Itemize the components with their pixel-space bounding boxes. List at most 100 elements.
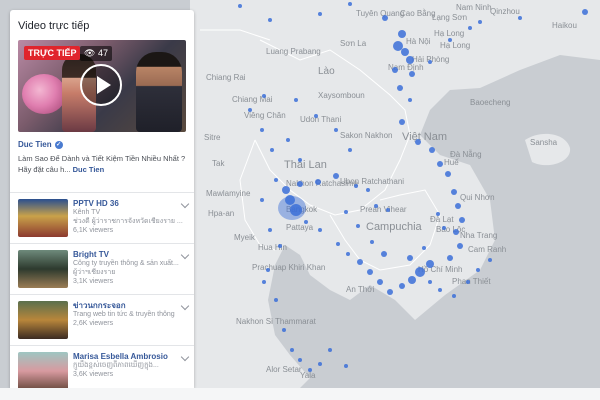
live-video-dot[interactable] [409, 71, 415, 77]
live-video-dot[interactable] [478, 20, 482, 24]
live-video-dot[interactable] [297, 181, 303, 187]
item-name[interactable]: PPTV HD 36 [73, 199, 183, 208]
live-video-dot[interactable] [382, 15, 388, 21]
live-video-dot[interactable] [428, 280, 432, 284]
live-video-dot[interactable] [278, 244, 282, 248]
live-video-dot[interactable] [268, 228, 272, 232]
live-video-dot[interactable] [387, 289, 393, 295]
live-video-dot[interactable] [356, 224, 360, 228]
live-video-dot[interactable] [397, 85, 403, 91]
live-video-dot[interactable] [354, 184, 358, 188]
item-name[interactable]: Bright TV [73, 250, 183, 259]
live-video-dot[interactable] [451, 189, 457, 195]
list-item[interactable]: Marisa Esbella Ambrosio ក្មួយឹងខ្ពស់ចេញព… [10, 345, 194, 388]
live-video-dot[interactable] [344, 210, 348, 214]
list-item[interactable]: Bright TV Công ty truyền thông & sản xuấ… [10, 243, 194, 294]
live-video-dot[interactable] [328, 348, 332, 352]
live-video-dot[interactable] [453, 229, 459, 235]
live-video-dot[interactable] [282, 328, 286, 332]
live-video-dot[interactable] [268, 18, 272, 22]
live-video-dot[interactable] [415, 267, 425, 277]
live-video-dot[interactable] [286, 138, 290, 142]
live-video-dot[interactable] [262, 94, 266, 98]
item-name[interactable]: Marisa Esbella Ambrosio [73, 352, 183, 361]
live-video-dot[interactable] [445, 171, 451, 177]
list-item[interactable]: ข่าวนกกระจอก Trang web tin tức & truyền … [10, 294, 194, 345]
live-video-dot[interactable] [260, 128, 264, 132]
live-video-dot[interactable] [318, 228, 322, 232]
live-video-dot[interactable] [386, 208, 390, 212]
live-video-dot[interactable] [334, 128, 338, 132]
live-video-dot[interactable] [348, 2, 352, 6]
live-video-dot[interactable] [357, 259, 363, 265]
live-video-dot[interactable] [377, 279, 383, 285]
live-video-dot[interactable] [442, 226, 446, 230]
live-video-dot[interactable] [398, 30, 406, 38]
live-video-dot[interactable] [399, 119, 405, 125]
live-video-dot[interactable] [422, 246, 426, 250]
live-video-dot[interactable] [447, 255, 453, 261]
live-video-dot[interactable] [407, 255, 413, 261]
live-video-dot[interactable] [406, 56, 414, 64]
live-video-dot[interactable] [408, 98, 412, 102]
item-thumbnail[interactable] [18, 250, 68, 288]
live-video-dot[interactable] [457, 243, 463, 249]
live-video-dot[interactable] [415, 139, 421, 145]
live-video-dot[interactable] [298, 358, 302, 362]
live-video-dot[interactable] [266, 268, 270, 272]
live-video-dot[interactable] [459, 217, 465, 223]
item-thumbnail[interactable] [18, 199, 68, 237]
play-icon[interactable] [80, 64, 122, 106]
live-video-cluster[interactable] [278, 196, 306, 220]
live-video-dot[interactable] [518, 16, 522, 20]
live-video-dot[interactable] [436, 212, 440, 216]
live-video-dot[interactable] [248, 108, 252, 112]
live-video-dot[interactable] [336, 242, 340, 246]
live-video-dot[interactable] [468, 26, 472, 30]
live-video-dot[interactable] [298, 158, 302, 162]
live-video-dot[interactable] [333, 173, 339, 179]
item-name[interactable]: ข่าวนกกระจอก [73, 301, 183, 310]
live-video-dot[interactable] [455, 203, 461, 209]
live-video-dot[interactable] [488, 258, 492, 262]
live-video-dot[interactable] [426, 260, 434, 268]
live-video-dot[interactable] [392, 67, 398, 73]
streamer-name-row[interactable]: Duc Tien ✓ [18, 140, 186, 149]
live-video-dot[interactable] [374, 204, 378, 208]
live-video-dot[interactable] [399, 283, 405, 289]
live-video-dot[interactable] [238, 4, 242, 8]
live-video-dot[interactable] [381, 251, 387, 257]
description-author[interactable]: Duc Tien [73, 165, 105, 174]
live-video-dot[interactable] [314, 114, 318, 118]
live-video-dot[interactable] [401, 48, 409, 56]
live-video-dot[interactable] [582, 9, 588, 15]
live-video-dot[interactable] [282, 186, 290, 194]
live-video-dot[interactable] [438, 288, 442, 292]
live-video-dot[interactable] [260, 198, 264, 202]
live-video-dot[interactable] [437, 161, 443, 167]
live-video-dot[interactable] [448, 38, 452, 42]
live-video-dot[interactable] [428, 60, 432, 64]
live-video-dot[interactable] [294, 98, 298, 102]
live-video-dot[interactable] [262, 280, 266, 284]
live-video-dot[interactable] [304, 220, 308, 224]
live-video-dot[interactable] [346, 252, 350, 256]
live-video-dot[interactable] [370, 240, 374, 244]
list-item[interactable]: PPTV HD 36 Kênh TV ช่วงดี ผู้ว่าราชการจั… [10, 192, 194, 243]
live-video-dot[interactable] [408, 276, 416, 284]
live-video-dot[interactable] [315, 179, 321, 185]
live-video-dot[interactable] [290, 348, 294, 352]
item-thumbnail[interactable] [18, 352, 68, 388]
streamer-name[interactable]: Duc Tien [18, 140, 52, 149]
live-video-dot[interactable] [318, 362, 322, 366]
featured-thumbnail[interactable]: TRỰC TIẾP 👁 47 [18, 40, 186, 132]
live-video-dot[interactable] [348, 148, 352, 152]
live-video-dot[interactable] [274, 298, 278, 302]
live-video-dot[interactable] [274, 178, 278, 182]
live-video-dot[interactable] [270, 148, 274, 152]
live-video-dot[interactable] [452, 294, 456, 298]
live-video-dot[interactable] [476, 268, 480, 272]
live-video-dot[interactable] [366, 188, 370, 192]
live-video-dot[interactable] [466, 280, 470, 284]
live-video-dot[interactable] [308, 368, 312, 372]
